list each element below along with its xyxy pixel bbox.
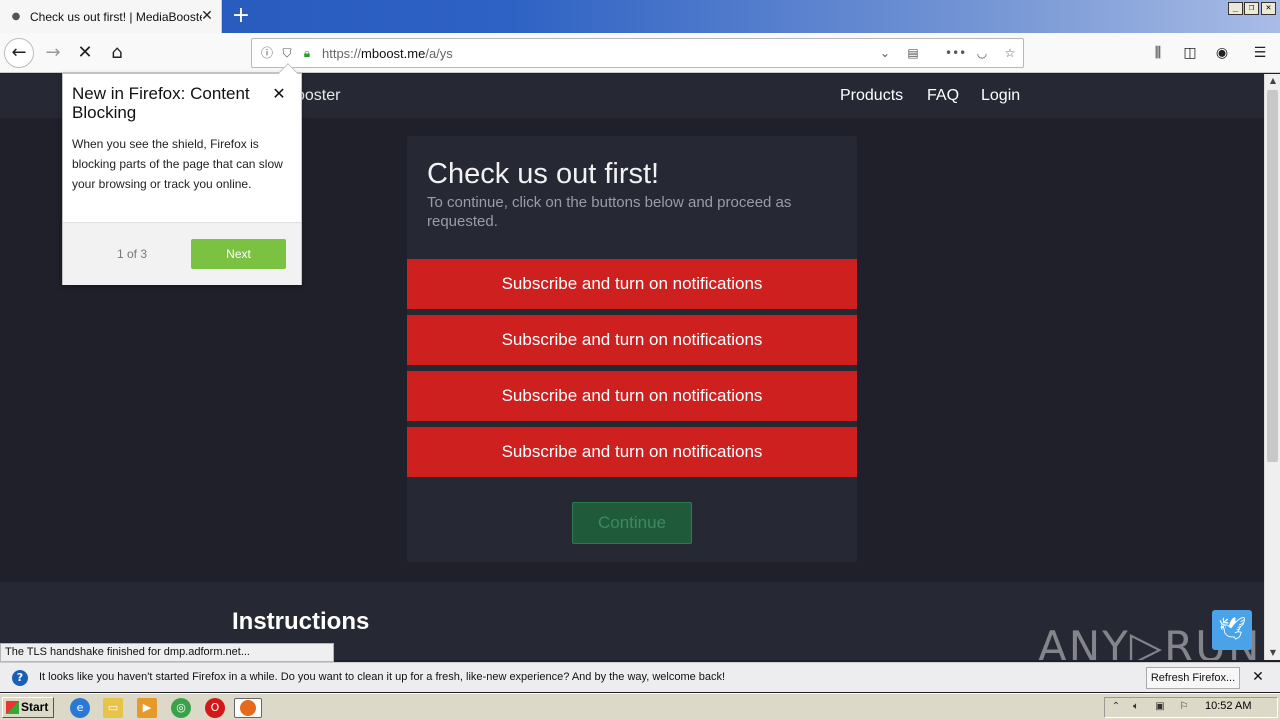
popup-body: When you see the shield, Firefox is bloc… (72, 137, 283, 191)
firefox-taskbar-icon[interactable] (234, 698, 262, 718)
subscribe-button-4[interactable]: Subscribe and turn on notifications (407, 427, 857, 477)
content-blocking-popup: New in Firefox: Content Blocking ✕ When … (62, 63, 302, 285)
site-brand[interactable]: ooster (296, 87, 340, 105)
bookmark-star-icon[interactable]: ☆ (1002, 45, 1018, 61)
home-icon: ⌂ (111, 42, 123, 63)
pocket-icon[interactable]: ◡ (974, 45, 990, 61)
clock: 10:52 AM (1205, 700, 1252, 712)
nav-login[interactable]: Login (981, 87, 1020, 105)
notification-bar: ? It looks like you haven't started Fire… (0, 662, 1280, 692)
popup-title: New in Firefox: Content Blocking (72, 84, 250, 122)
status-text: The TLS handshake finished for dmp.adfor… (0, 643, 334, 662)
nav-bar: ← → ✕ ⌂ ⓘ ⛉ 🔒︎ https://mboost.me/a/ys ⌄ … (0, 33, 1280, 73)
account-icon[interactable]: ◉ (1212, 43, 1232, 63)
ie-icon[interactable]: e (70, 698, 90, 718)
tab-active[interactable]: ● Check us out first! | MediaBooster ✕ (0, 0, 222, 33)
new-tab-button[interactable]: + (228, 3, 254, 29)
card-title: Check us out first! (427, 158, 660, 190)
shield-icon[interactable]: ⛉ (279, 45, 295, 61)
tab-title: Check us out first! | MediaBooster (30, 9, 202, 24)
url-text[interactable]: https://mboost.me/a/ys (322, 46, 453, 61)
hamburger-menu-icon[interactable]: ☰ (1250, 43, 1270, 63)
subscribe-card: Check us out first! To continue, click o… (407, 136, 857, 562)
popup-step-counter: 1 of 3 (117, 247, 148, 261)
close-window-button[interactable]: ✕ (1261, 2, 1276, 15)
url-bar[interactable]: ⓘ ⛉ 🔒︎ https://mboost.me/a/ys ⌄ ▤ ••• ◡ … (251, 38, 1024, 68)
title-bar: ● Check us out first! | MediaBooster ✕ +… (0, 0, 1280, 33)
dot-icon: ● (11, 11, 21, 22)
more-actions-icon[interactable]: ••• (945, 45, 966, 61)
nav-faq[interactable]: FAQ (927, 87, 959, 105)
stop-icon: ✕ (77, 42, 93, 63)
arrow-left-icon: ← (11, 42, 27, 63)
sidebar-icon[interactable]: ◫ (1180, 43, 1200, 63)
tab-close-icon[interactable]: ✕ (199, 8, 215, 24)
refresh-firefox-button[interactable]: Refresh Firefox... (1146, 667, 1240, 689)
forward-button[interactable]: → (38, 38, 68, 68)
windows-logo-icon (6, 701, 19, 714)
chrome-icon[interactable]: ◎ (171, 698, 191, 718)
back-button[interactable]: ← (4, 38, 34, 68)
library-icon[interactable]: ⫼ (1148, 43, 1168, 63)
notification-close-icon[interactable]: ✕ (1250, 669, 1266, 685)
minimize-button[interactable]: _ (1228, 2, 1243, 15)
opera-icon[interactable]: O (205, 698, 225, 718)
taskbar: Start e ▭ ▶ ◎ O ⌃ 🔈︎ ▣ ⚐ 10:52 AM (0, 693, 1280, 720)
stop-button[interactable]: ✕ (70, 38, 100, 68)
volume-icon[interactable]: 🔈︎ (1129, 700, 1143, 714)
instructions-heading: Instructions (232, 608, 370, 635)
scroll-down-icon[interactable]: ▼ (1265, 646, 1280, 660)
card-subtitle: To continue, click on the buttons below … (427, 194, 792, 230)
popup-close-icon[interactable]: ✕ (269, 84, 289, 104)
popup-next-button[interactable]: Next (191, 239, 286, 269)
folder-icon[interactable]: ▭ (103, 698, 123, 718)
continue-button[interactable]: Continue (572, 502, 692, 544)
lock-icon[interactable]: 🔒︎ (299, 45, 315, 61)
popup-footer: 1 of 3 Next (63, 222, 301, 285)
info-icon[interactable]: ⓘ (259, 45, 275, 61)
twitter-button[interactable]: 🕊︎ (1212, 610, 1252, 650)
subscribe-button-3[interactable]: Subscribe and turn on notifications (407, 371, 857, 421)
scroll-up-icon[interactable]: ▲ (1265, 74, 1280, 88)
scroll-thumb[interactable] (1267, 90, 1278, 462)
start-button[interactable]: Start (2, 697, 54, 718)
notification-message: It looks like you haven't started Firefo… (39, 671, 726, 683)
action-center-flag-icon[interactable]: ⚐ (1177, 700, 1191, 714)
reader-view-icon[interactable]: ▤ (905, 45, 921, 61)
restore-button[interactable]: ❐ (1244, 2, 1259, 15)
twitter-bird-icon: 🕊︎ (1218, 617, 1246, 642)
network-icon[interactable]: ▣ (1153, 700, 1167, 714)
arrow-right-icon: → (45, 42, 61, 63)
tray-expand-icon[interactable]: ⌃ (1109, 700, 1123, 714)
subscribe-button-2[interactable]: Subscribe and turn on notifications (407, 315, 857, 365)
page-scrollbar[interactable]: ▲ ▼ (1264, 74, 1280, 660)
nav-products[interactable]: Products (840, 87, 903, 105)
chevron-down-icon[interactable]: ⌄ (877, 45, 893, 61)
subscribe-button-1[interactable]: Subscribe and turn on notifications (407, 259, 857, 309)
system-tray: ⌃ 🔈︎ ▣ ⚐ 10:52 AM (1104, 697, 1278, 718)
home-button[interactable]: ⌂ (102, 38, 132, 68)
media-player-icon[interactable]: ▶ (137, 698, 157, 718)
question-icon: ? (12, 670, 28, 686)
